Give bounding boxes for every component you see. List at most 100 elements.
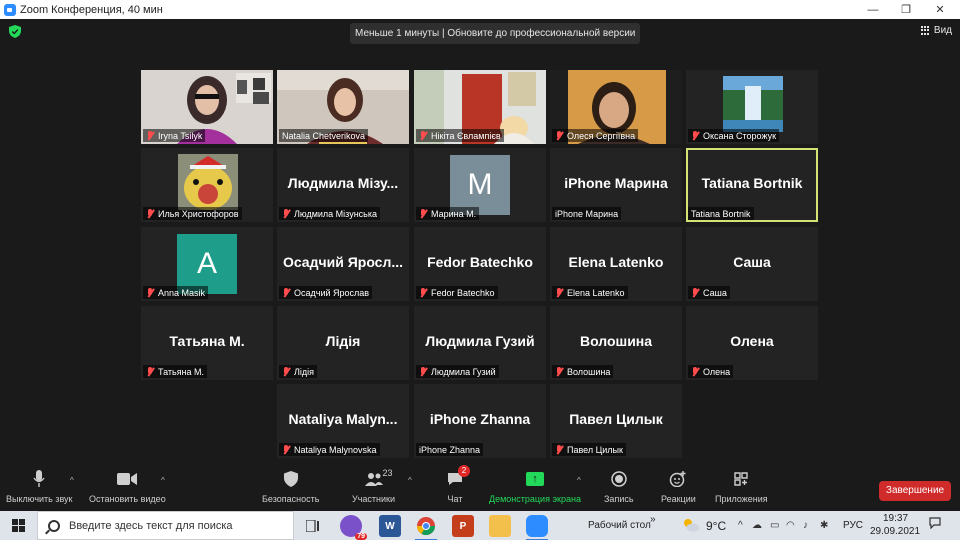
share-options-caret-icon[interactable]: ^	[577, 476, 581, 485]
record-button[interactable]: Запись	[604, 469, 634, 504]
participant-tile[interactable]: iPhone Марина iPhone Марина	[550, 148, 682, 222]
participant-tile[interactable]: M Марина М.	[414, 148, 546, 222]
participant-name-label: Нікіта Євлампієв	[416, 129, 504, 142]
participant-name-label: Марина М.	[416, 207, 480, 220]
desktop-toolbar-expand[interactable]: »	[650, 514, 656, 525]
bluetooth-icon[interactable]: ✱	[820, 520, 828, 531]
participant-name-label: Людмила Мізунська	[279, 207, 381, 220]
minimize-button[interactable]: —	[858, 0, 888, 19]
view-label: Вид	[933, 25, 952, 36]
encryption-shield-icon[interactable]	[9, 25, 21, 38]
share-screen-button[interactable]: ↑ Демонстрация экрана	[489, 469, 581, 504]
participant-name-label: Fedor Batechko	[416, 286, 498, 299]
close-button[interactable]: ✕	[925, 0, 955, 19]
viber-icon[interactable]: 79	[340, 515, 367, 540]
grid-view-icon	[920, 25, 931, 36]
mic-muted-icon	[691, 287, 699, 298]
apps-button[interactable]: Приложения	[715, 469, 768, 504]
file-explorer-icon[interactable]	[489, 515, 511, 537]
desktop-toolbar-label[interactable]: Рабочий стол	[588, 520, 651, 531]
mute-button[interactable]: Выключить звук	[6, 469, 73, 504]
participant-tile[interactable]: Людмила Мізу... Людмила Мізунська	[277, 148, 409, 222]
mic-muted-icon	[282, 444, 290, 455]
participant-tile[interactable]: Волошина Волошина	[550, 306, 682, 380]
participant-name-label: iPhone Марина	[552, 207, 622, 220]
reactions-button[interactable]: Реакции	[661, 469, 696, 504]
video-camera-icon	[116, 469, 138, 489]
video-options-caret-icon[interactable]: ^	[161, 476, 165, 485]
participants-button[interactable]: 23 Участники	[352, 468, 395, 504]
participant-tile[interactable]: Оксана Сторожук	[686, 70, 818, 144]
clock-date[interactable]: 29.09.2021	[870, 526, 920, 537]
upgrade-notice[interactable]: Меньше 1 минуты | Обновите до профессион…	[350, 23, 641, 44]
waterfall-avatar-icon	[723, 76, 783, 132]
participant-tile[interactable]: Людмила Гузий Людмила Гузий	[414, 306, 546, 380]
security-shield-icon	[280, 469, 302, 489]
participant-tile[interactable]: Elena Latenko Elena Latenko	[550, 227, 682, 301]
active-speaker-indicator	[319, 142, 367, 144]
participant-tile[interactable]: Лідія Лідія	[277, 306, 409, 380]
participant-tile[interactable]: Natalia Chetverikova	[277, 70, 409, 144]
participant-tile[interactable]: Павел Цилык Павел Цилык	[550, 384, 682, 458]
participant-display-name: Tatiana Bortnik	[701, 175, 803, 191]
participant-name-label: iPhone Zhanna	[416, 443, 484, 456]
participant-tile[interactable]: A Anna Masik	[141, 227, 273, 301]
task-view-icon[interactable]	[302, 515, 324, 537]
bird-avatar-icon	[178, 154, 238, 210]
participant-tile[interactable]: Саша Саша	[686, 227, 818, 301]
view-button[interactable]: Вид	[920, 25, 952, 36]
participant-name-label: Natalia Chetverikova	[279, 129, 369, 142]
participant-name-label: Iryna Tsilyk	[143, 129, 206, 142]
clock-time[interactable]: 19:37	[883, 513, 908, 524]
participant-name-label: Павел Цилык	[552, 443, 626, 456]
mic-muted-icon	[146, 130, 154, 141]
powerpoint-icon[interactable]: P	[452, 515, 474, 537]
participant-display-name: Elena Latenko	[568, 254, 664, 270]
participant-tile[interactable]: Илья Христофоров	[141, 148, 273, 222]
participant-name-label: Anna Masik	[143, 286, 209, 299]
word-icon[interactable]: W	[379, 515, 401, 537]
participants-label: Участники	[352, 494, 395, 504]
participant-tile[interactable]: Татьяна М. Татьяна М.	[141, 306, 273, 380]
participant-tile-active-speaker[interactable]: Tatiana Bortnik Tatiana Bortnik	[686, 148, 818, 222]
zoom-taskbar-icon[interactable]	[526, 515, 548, 540]
weather-icon[interactable]	[682, 518, 700, 535]
windows-start-icon[interactable]	[12, 519, 25, 532]
participant-name-label: Саша	[688, 286, 730, 299]
participant-tile[interactable]: Олеся Сергіївна	[550, 70, 682, 144]
taskbar-search-input[interactable]: Введите здесь текст для поиска	[37, 511, 294, 540]
viber-badge: 79	[355, 533, 367, 540]
chat-button[interactable]: 2 Чат	[444, 465, 470, 504]
mic-muted-icon	[282, 287, 290, 298]
maximize-button[interactable]: ❐	[891, 0, 921, 19]
participant-tile[interactable]: Олена Олена	[686, 306, 818, 380]
participant-tile[interactable]: Iryna Tsilyk	[141, 70, 273, 144]
volume-icon[interactable]: ♪	[803, 520, 808, 531]
participant-name-label: Elena Latenko	[552, 286, 628, 299]
record-icon	[608, 469, 630, 489]
onedrive-icon[interactable]: ☁	[752, 520, 762, 531]
apps-label: Приложения	[715, 494, 768, 504]
participant-tile[interactable]: Nataliya Malyn... Nataliya Malynovska	[277, 384, 409, 458]
participant-tile[interactable]: iPhone Zhanna iPhone Zhanna	[414, 384, 546, 458]
chrome-icon[interactable]	[415, 515, 437, 540]
chat-unread-badge: 2	[458, 465, 470, 477]
notifications-icon[interactable]	[929, 517, 941, 532]
weather-temperature[interactable]: 9°C	[706, 519, 726, 533]
wifi-icon[interactable]: ◠	[786, 520, 795, 531]
security-button[interactable]: Безопасность	[262, 469, 319, 504]
audio-options-caret-icon[interactable]: ^	[70, 476, 74, 485]
participant-tile[interactable]: Нікіта Євлампієв	[414, 70, 546, 144]
participants-options-caret-icon[interactable]: ^	[408, 476, 412, 485]
network-icon[interactable]: ▭	[770, 520, 779, 531]
participant-tile[interactable]: Fedor Batechko Fedor Batechko	[414, 227, 546, 301]
participant-display-name: Лідія	[325, 333, 361, 349]
participant-name-label: Олеся Сергіївна	[552, 129, 639, 142]
participant-tile[interactable]: Осадчий Яросл... Осадчий Ярослав	[277, 227, 409, 301]
show-hidden-icons-icon[interactable]: ^	[738, 520, 743, 531]
mic-muted-icon	[282, 208, 290, 219]
end-meeting-button[interactable]: Завершение	[879, 481, 951, 501]
stop-video-button[interactable]: Остановить видео	[89, 469, 166, 504]
participant-display-name: iPhone Zhanna	[429, 411, 531, 427]
input-language[interactable]: РУС	[843, 520, 863, 531]
